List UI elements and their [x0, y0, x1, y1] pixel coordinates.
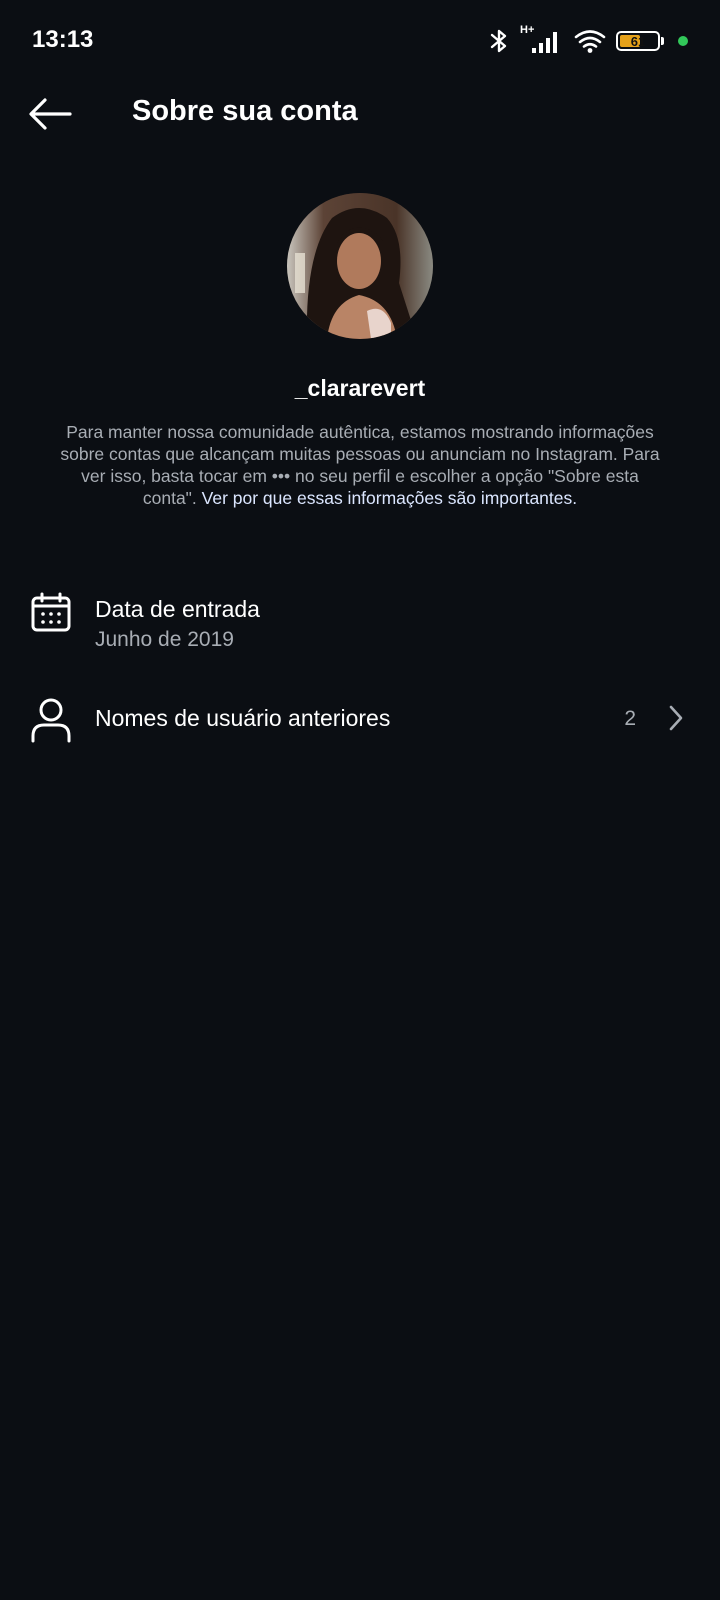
chevron-right-icon: [668, 704, 684, 737]
battery-tip: [661, 37, 664, 45]
battery-text: 61: [630, 33, 646, 49]
avatar[interactable]: [287, 193, 433, 339]
description: Para manter nossa comunidade autêntica, …: [60, 421, 660, 509]
person-icon: [30, 698, 72, 749]
back-button[interactable]: [28, 94, 72, 138]
join-date-title: Data de entrada: [95, 596, 260, 622]
calendar-icon: [30, 591, 72, 638]
privacy-indicator-dot: [678, 36, 688, 46]
status-bar: 13:13 H+ 61: [0, 0, 720, 84]
join-date-value: Junho de 2019: [95, 628, 234, 651]
learn-more-link[interactable]: Ver por que essas informações são import…: [202, 488, 577, 508]
battery-body: 61: [616, 31, 660, 51]
avatar-image: [287, 193, 433, 339]
arrow-left-icon: [28, 97, 72, 136]
wifi-icon: [574, 28, 606, 54]
page-title: Sobre sua conta: [132, 95, 358, 127]
status-time: 13:13: [32, 26, 94, 53]
former-usernames-count: 2: [624, 707, 636, 730]
join-date-row: Data de entrada Junho de 2019: [0, 590, 720, 660]
status-icons: H+ 61: [488, 24, 688, 56]
former-usernames-row[interactable]: Nomes de usuário anteriores 2: [0, 690, 720, 750]
username: _clararevert: [294, 375, 426, 401]
battery-icon: 61: [616, 31, 664, 51]
signal-icon: H+: [520, 24, 564, 56]
former-usernames-title: Nomes de usuário anteriores: [95, 705, 391, 731]
bluetooth-icon: [488, 28, 510, 54]
header: Sobre sua conta: [0, 84, 720, 144]
